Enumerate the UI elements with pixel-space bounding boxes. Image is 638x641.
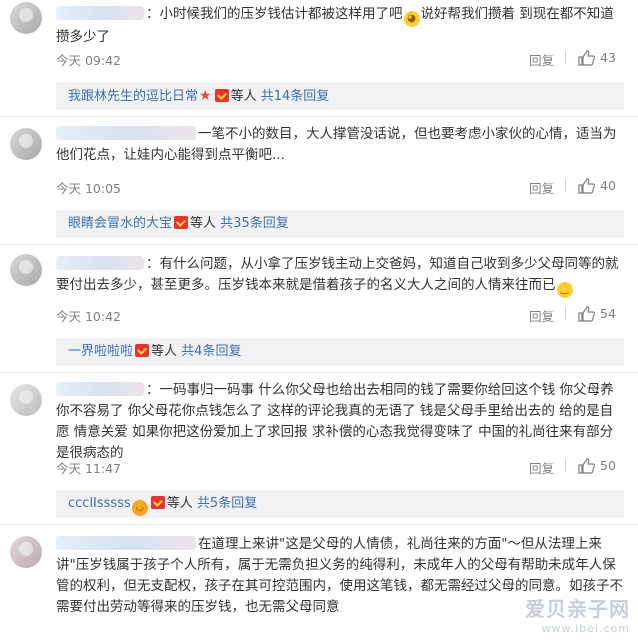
watermark-url: www.ibei.com [541, 622, 630, 635]
smile-emoji-icon: ‿ [556, 282, 573, 298]
thumbs-up-icon [578, 306, 595, 322]
comment-text: ：有什么问题，从小拿了压岁钱主动上交爸妈，知道自己收到多少父母同等的就要付出去多… [56, 254, 624, 298]
like-count: 43 [600, 50, 616, 65]
comment-text: 一笔不小的数目，大人撑管没话说，但也要考虑小家伙的心情，适当为他们花点，让娃内心… [56, 126, 617, 163]
cat-emoji-icon: ◕ [403, 11, 420, 27]
username[interactable] [56, 6, 144, 20]
comment-body: 一笔不小的数目，大人撑管没话说，但也要考虑小家伙的心情，适当为他们花点，让娃内心… [56, 124, 624, 166]
comment-body: ：一码事归一码事 什么你父母也给出去相同的钱了需要你给回这个钱 你父母养你不容易… [56, 380, 624, 464]
watermark-title: 爱贝亲子网 [525, 597, 630, 621]
divider [565, 51, 566, 64]
reply-summary[interactable]: ccclIsssss ◡ 等人 共5条回复 [56, 490, 624, 518]
avatar[interactable] [10, 384, 42, 416]
username[interactable] [56, 382, 144, 396]
divider [565, 179, 566, 192]
star-icon: ★ [199, 88, 212, 104]
reply-button[interactable]: 回复 [529, 178, 554, 197]
username[interactable] [56, 256, 144, 270]
thumbs-up-icon [578, 178, 595, 194]
divider [0, 524, 638, 525]
reply-suffix: 等人 [230, 89, 257, 104]
timestamp: 今天 10:05 [56, 181, 121, 196]
divider [0, 244, 638, 245]
timestamp: 今天 10:42 [56, 309, 121, 324]
thumbs-up-icon [578, 50, 595, 66]
username[interactable] [56, 536, 196, 550]
comment-text: ：小时候我们的压岁钱估计都被这样用了吧 ◕ 说好帮我们攒着 到现在都不知道攒多少了 [56, 6, 614, 45]
divider [0, 116, 638, 117]
reply-button[interactable]: 回复 [529, 458, 554, 477]
reply-user-link[interactable]: ccclIsssss [68, 496, 131, 511]
like-count: 54 [600, 306, 616, 321]
reply-summary[interactable]: 一界啦啦啦 等人 共4条回复 [56, 338, 624, 366]
total-replies-link[interactable]: 共14条回复 [261, 89, 330, 104]
timestamp: 今天 11:47 [56, 461, 121, 476]
total-replies-link[interactable]: 共5条回复 [197, 496, 257, 511]
reply-user-link[interactable]: 我跟林先生的逗比日常 [68, 89, 198, 104]
avatar[interactable] [10, 536, 42, 568]
divider [565, 307, 566, 320]
comment-body: ：有什么问题，从小拿了压岁钱主动上交爸妈，知道自己收到多少父母同等的就要付出去多… [56, 254, 624, 298]
reply-summary[interactable]: 眼睛会冒水的大宝 等人 共35条回复 [56, 210, 624, 238]
reply-user-link[interactable]: 眼睛会冒水的大宝 [68, 216, 172, 231]
red-envelope-icon [150, 496, 165, 509]
comment-meta: 今天 11:47 回复 50 [56, 458, 624, 476]
avatar[interactable] [10, 2, 42, 34]
comment-meta: 今天 10:42 回复 54 [56, 306, 624, 324]
like-count: 50 [600, 458, 616, 473]
red-envelope-icon [135, 344, 150, 357]
divider [0, 372, 638, 373]
divider [565, 459, 566, 472]
face-emoji-icon: ◡ [131, 500, 148, 516]
like-count: 40 [600, 178, 616, 193]
comment-body: ：小时候我们的压岁钱估计都被这样用了吧 ◕ 说好帮我们攒着 到现在都不知道攒多少了 [56, 4, 624, 48]
comment-text: ：一码事归一码事 什么你父母也给出去相同的钱了需要你给回这个钱 你父母养你不容易… [56, 382, 614, 461]
avatar[interactable] [10, 128, 42, 160]
total-replies-link[interactable]: 共4条回复 [181, 344, 241, 359]
avatar[interactable] [10, 254, 42, 286]
red-envelope-icon [214, 89, 229, 102]
red-envelope-icon [174, 216, 189, 229]
username[interactable] [56, 126, 196, 140]
thumbs-up-icon [578, 458, 595, 474]
reply-suffix: 等人 [151, 344, 178, 359]
reply-user-link[interactable]: 一界啦啦啦 [68, 344, 133, 359]
watermark: 爱贝亲子网 www.ibei.com [525, 593, 630, 635]
comment-meta: 今天 10:05 回复 40 [56, 178, 624, 196]
comment-meta: 今天 09:42 回复 43 [56, 50, 624, 68]
timestamp: 今天 09:42 [56, 53, 121, 68]
reply-suffix: 等人 [166, 496, 193, 511]
reply-summary[interactable]: 我跟林先生的逗比日常★ 等人 共14条回复 [56, 82, 624, 110]
reply-suffix: 等人 [190, 216, 217, 231]
total-replies-link[interactable]: 共35条回复 [220, 216, 289, 231]
reply-button[interactable]: 回复 [529, 50, 554, 69]
reply-button[interactable]: 回复 [529, 306, 554, 325]
